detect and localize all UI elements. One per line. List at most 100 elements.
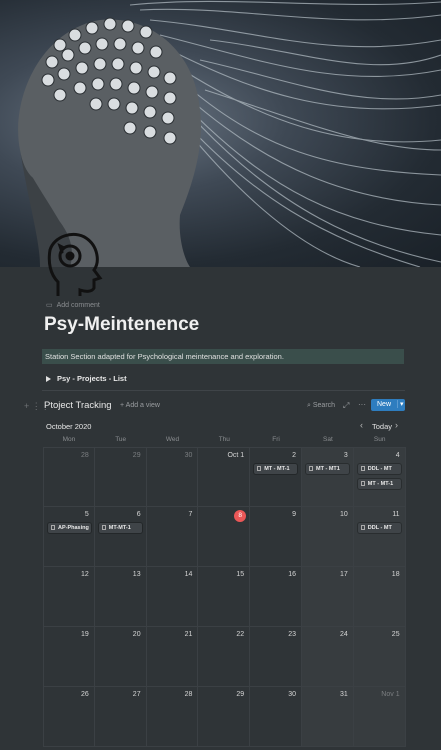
chevron-left-icon[interactable]: ‹ bbox=[360, 420, 363, 430]
calendar-day-cell[interactable]: 28 bbox=[43, 447, 95, 507]
calendar-event[interactable]: MT - MT1 bbox=[306, 464, 349, 474]
new-button-label: New bbox=[377, 401, 392, 408]
expand-icon[interactable]: ⤢ bbox=[343, 401, 349, 411]
day-number: 30 bbox=[288, 691, 296, 698]
day-number: 7 bbox=[188, 511, 193, 518]
chevron-down-icon[interactable]: ▾ bbox=[397, 400, 404, 408]
calendar-day-cell[interactable]: 12 bbox=[43, 567, 95, 627]
cover-image bbox=[0, 0, 441, 267]
page-icon bbox=[51, 525, 55, 530]
calendar-day-cell[interactable]: 20 bbox=[94, 627, 147, 687]
calendar-day-cell[interactable]: 15 bbox=[198, 567, 251, 627]
weekday-header: Thu bbox=[218, 436, 230, 443]
add-view-button[interactable]: + Add a view bbox=[120, 402, 160, 409]
new-button[interactable]: New ▾ bbox=[371, 399, 405, 411]
calendar-day-cell[interactable]: 29 bbox=[198, 687, 251, 747]
calendar-day-cell[interactable]: 2 MT - MT-1 bbox=[250, 447, 302, 507]
calendar-day-cell[interactable]: 30 bbox=[146, 447, 199, 507]
day-number: Oct 1 bbox=[227, 452, 245, 459]
search-button[interactable]: ⌕ Search bbox=[307, 402, 335, 410]
day-number: 29 bbox=[236, 691, 245, 698]
database-header: + ⋮⋮ Ptoject Tracking + Add a view ⌕ Sea… bbox=[24, 398, 406, 414]
calendar-day-cell[interactable]: 19 bbox=[43, 627, 95, 687]
calendar-event[interactable]: MT-MT-1 bbox=[98, 523, 142, 533]
calendar-day-cell[interactable]: 18 bbox=[353, 567, 406, 627]
calendar-day-cell[interactable]: 4 DDL - MT MT - MT-1 bbox=[353, 447, 406, 507]
calendar-event[interactable]: MT - MT-1 bbox=[254, 464, 298, 474]
event-title: MT-MT-1 bbox=[108, 525, 131, 531]
calendar-day-cell[interactable]: 6 MT-MT-1 bbox=[94, 507, 147, 567]
calendar-event[interactable]: MT - MT-1 bbox=[357, 479, 401, 489]
calendar-day-cell[interactable]: 9 bbox=[250, 507, 302, 567]
search-label: Search bbox=[312, 402, 336, 409]
calendar-day-cell[interactable]: 31 bbox=[302, 687, 354, 747]
event-title: MT - MT-1 bbox=[367, 481, 394, 487]
calendar-day-cell[interactable]: 10 bbox=[302, 507, 354, 567]
day-number: 14 bbox=[184, 571, 193, 578]
calendar-day-cell[interactable]: 16 bbox=[250, 567, 302, 627]
database-title[interactable]: Ptoject Tracking bbox=[44, 400, 112, 411]
calendar-day-cell[interactable]: 7 bbox=[146, 507, 199, 567]
calendar-day-cell[interactable]: 3 MT - MT1 bbox=[302, 447, 354, 507]
day-number: 2 bbox=[292, 452, 296, 459]
today-date-badge: 8 bbox=[234, 510, 247, 522]
callout-block[interactable]: Station Section adapted for Psychologica… bbox=[42, 349, 404, 364]
day-number: 17 bbox=[340, 571, 348, 578]
day-number: 28 bbox=[81, 452, 89, 459]
page-icon bbox=[309, 466, 313, 471]
event-title: MT - MT1 bbox=[316, 466, 340, 472]
day-number: 23 bbox=[288, 631, 296, 638]
weekday-header: Mon bbox=[62, 436, 76, 443]
event-title: DDL - MT bbox=[367, 466, 392, 472]
calendar-event[interactable]: DDL - MT bbox=[357, 523, 401, 533]
calendar-day-cell[interactable]: Nov 1 bbox=[353, 687, 406, 747]
calendar-day-cell[interactable]: 21 bbox=[146, 627, 199, 687]
toggle-projects-list[interactable]: Psy - Projects - List bbox=[46, 374, 127, 383]
page-icon bbox=[360, 525, 365, 530]
divider bbox=[42, 390, 405, 391]
calendar-day-cell[interactable]: 11 DDL - MT bbox=[353, 507, 406, 567]
add-comment-label: Add comment bbox=[56, 301, 100, 309]
day-number: 31 bbox=[340, 691, 348, 698]
toggle-triangle-icon[interactable] bbox=[46, 375, 51, 382]
add-comment-button[interactable]: ▭ Add comment bbox=[46, 301, 100, 310]
page-icon bbox=[360, 466, 365, 471]
day-number: 4 bbox=[395, 452, 400, 459]
brain-head-icon bbox=[40, 230, 110, 298]
today-button[interactable]: Today bbox=[372, 422, 392, 431]
day-number: 18 bbox=[391, 571, 400, 578]
callout-text: Station Section adapted for Psychologica… bbox=[45, 352, 284, 361]
calendar-day-cell[interactable]: 17 bbox=[302, 567, 354, 627]
calendar-day-cell[interactable]: 14 bbox=[146, 567, 199, 627]
calendar-day-cell[interactable]: 23 bbox=[250, 627, 302, 687]
calendar-day-cell[interactable]: Oct 1 bbox=[198, 447, 251, 507]
calendar-day-cell[interactable]: 27 bbox=[94, 687, 147, 747]
calendar-day-cell[interactable]: 5 AP-Phasing bbox=[43, 507, 95, 567]
calendar-day-cell[interactable]: 13 bbox=[94, 567, 147, 627]
day-number: 28 bbox=[184, 691, 193, 698]
calendar-day-cell[interactable]: 30 bbox=[250, 687, 302, 747]
chevron-right-icon[interactable]: › bbox=[395, 420, 398, 430]
toggle-label: Psy - Projects - List bbox=[57, 374, 127, 383]
calendar-day-cell[interactable]: 26 bbox=[43, 687, 95, 747]
weekday-header: Tue bbox=[115, 436, 127, 443]
page-title[interactable]: Psy-Meintenence bbox=[44, 314, 199, 336]
day-number: 6 bbox=[136, 511, 141, 518]
day-number: 12 bbox=[81, 571, 89, 578]
weekday-header: Fri bbox=[272, 436, 280, 443]
day-number: 9 bbox=[292, 511, 296, 518]
more-options-icon[interactable]: ··· bbox=[358, 400, 366, 409]
day-number: 19 bbox=[81, 631, 89, 638]
calendar-day-cell[interactable]: 24 bbox=[302, 627, 354, 687]
day-number: 26 bbox=[81, 691, 89, 698]
calendar-day-cell[interactable]: 22 bbox=[198, 627, 251, 687]
page-icon bbox=[257, 466, 262, 471]
calendar-day-cell[interactable]: 28 bbox=[146, 687, 199, 747]
calendar-event[interactable]: DDL - MT bbox=[357, 464, 401, 474]
month-label: October 2020 bbox=[46, 422, 92, 431]
calendar-event[interactable]: AP-Phasing bbox=[48, 523, 91, 533]
day-number: 29 bbox=[132, 452, 141, 459]
calendar-day-cell[interactable]: 8 bbox=[198, 507, 251, 567]
calendar-day-cell[interactable]: 29 bbox=[94, 447, 147, 507]
calendar-day-cell[interactable]: 25 bbox=[353, 627, 406, 687]
